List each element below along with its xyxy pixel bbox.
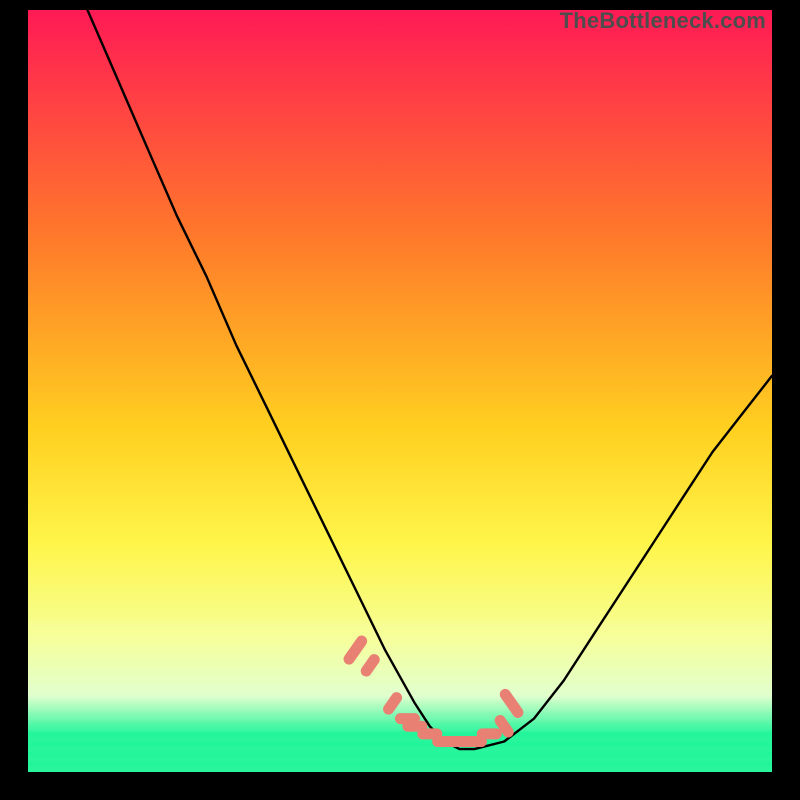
chart-frame: TheBottleneck.com [0, 0, 800, 800]
curve-marker [500, 721, 508, 732]
watermark-text: TheBottleneck.com [560, 8, 766, 34]
curve-marker [389, 698, 397, 709]
bottleneck-chart [28, 10, 772, 772]
plot-area [28, 10, 772, 772]
curve-marker [366, 660, 374, 671]
